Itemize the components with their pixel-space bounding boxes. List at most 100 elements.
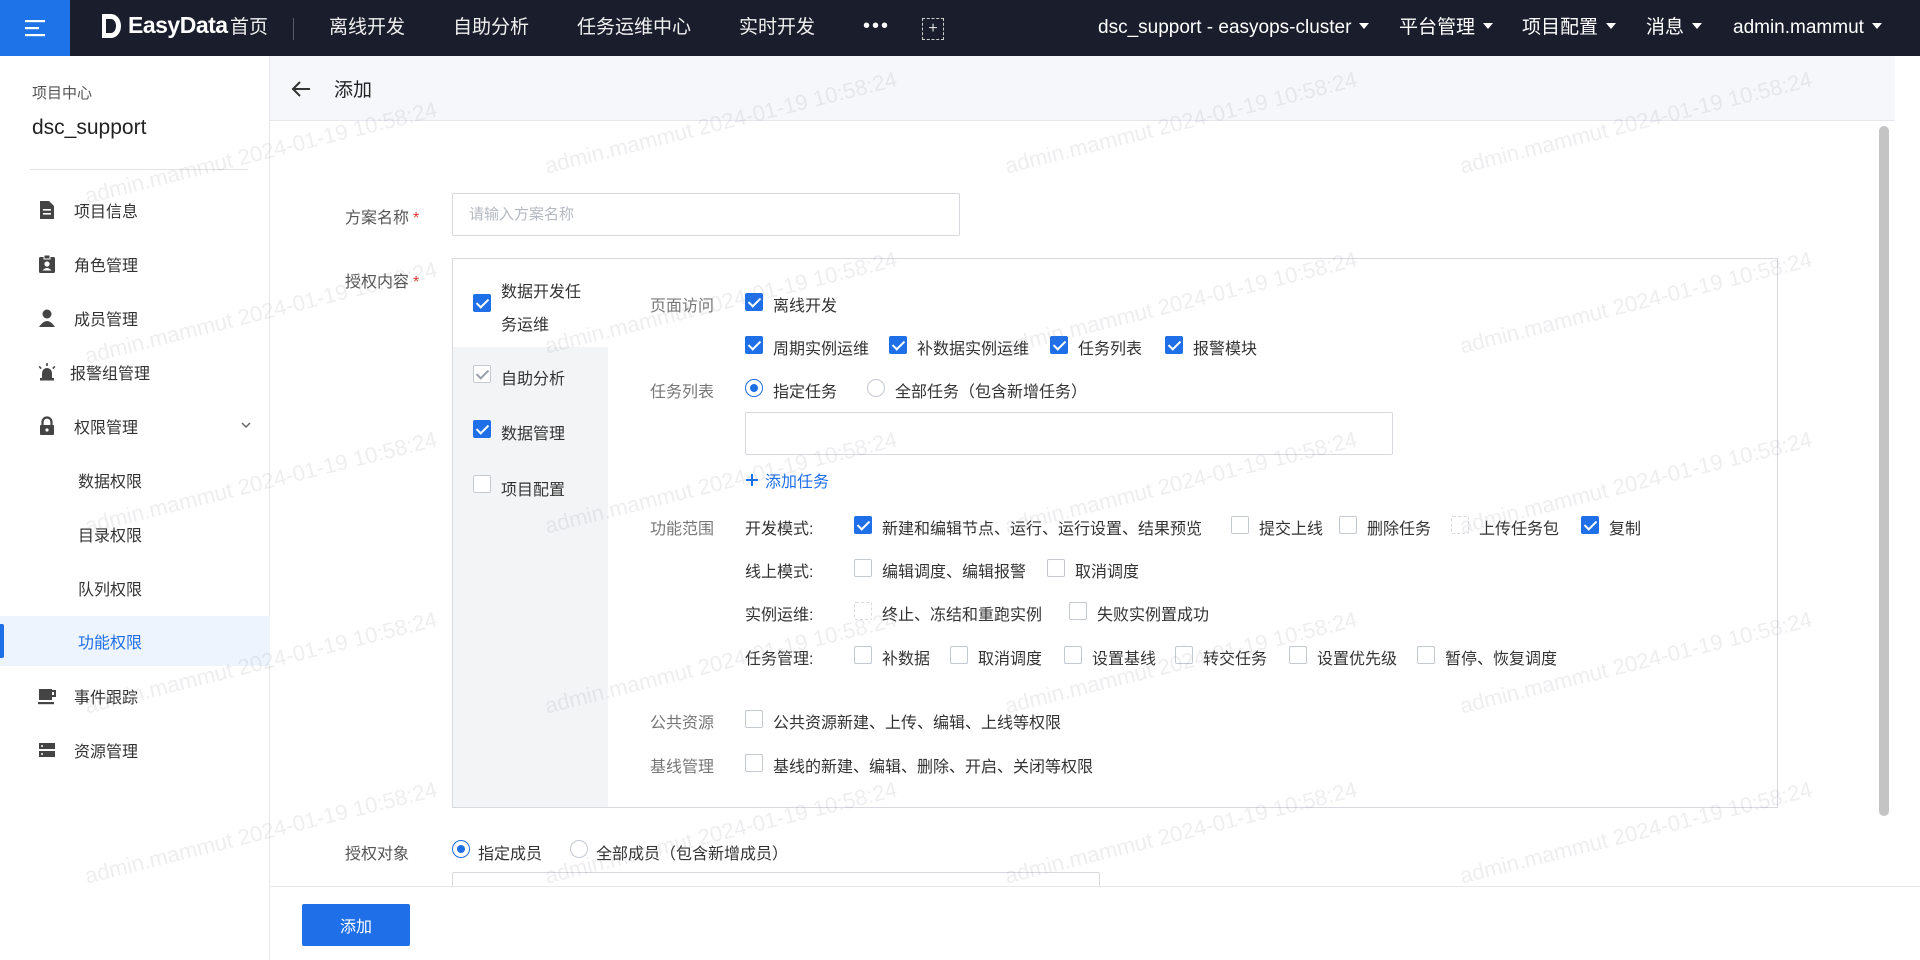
sidebar-item-alarm-group[interactable]: 报警组管理 [0, 347, 270, 397]
label-offline-dev[interactable]: 离线开发 [773, 292, 837, 316]
checkbox-stop-freeze-rerun[interactable] [854, 602, 872, 620]
add-task-button[interactable]: 添加任务 [745, 468, 829, 492]
submit-add-button[interactable]: 添加 [302, 904, 410, 946]
label-upload-package[interactable]: 上传任务包 [1479, 515, 1559, 539]
nav-task-ops[interactable]: 任务运维中心 [577, 0, 691, 56]
label-public-resource[interactable]: 公共资源新建、上传、编辑、上线等权限 [773, 709, 1061, 733]
sidebar-item-project-info[interactable]: 项目信息 [0, 185, 270, 235]
checkbox-dev-edit-run[interactable] [854, 516, 872, 534]
chevron-down-icon [1483, 22, 1494, 29]
messages-menu[interactable]: 消息 [1646, 0, 1703, 56]
checkbox-submit-online[interactable] [1231, 516, 1249, 534]
label-stop-freeze-rerun[interactable]: 终止、冻结和重跑实例 [882, 601, 1042, 625]
label-baseline[interactable]: 基线的新建、编辑、删除、开启、关闭等权限 [773, 753, 1093, 777]
checkbox-set-priority[interactable] [1289, 646, 1307, 664]
checkbox-delete-task[interactable] [1339, 516, 1357, 534]
checkbox-baseline[interactable] [745, 754, 763, 772]
app-logo[interactable]: EasyData [100, 12, 228, 39]
checkbox-offline-dev[interactable] [745, 293, 763, 311]
label-set-priority[interactable]: 设置优先级 [1317, 645, 1397, 669]
label-specified-task[interactable]: 指定任务 [773, 378, 837, 402]
checkbox-transfer-task[interactable] [1175, 646, 1193, 664]
checkbox-task-list[interactable] [1050, 336, 1068, 354]
radio-specified-task[interactable] [745, 379, 763, 397]
user-icon [36, 307, 58, 329]
checkbox-backfill[interactable] [854, 646, 872, 664]
label-transfer-task[interactable]: 转交任务 [1203, 645, 1267, 669]
module-checkbox-project-config[interactable] [473, 475, 491, 493]
user-menu[interactable]: admin.mammut [1733, 0, 1882, 56]
chevron-down-icon [1606, 22, 1617, 29]
label-failed-to-success[interactable]: 失败实例置成功 [1097, 601, 1209, 625]
label-edit-schedule[interactable]: 编辑调度、编辑报警 [882, 558, 1026, 582]
nav-offline-dev[interactable]: 离线开发 [329, 0, 405, 56]
radio-specified-member[interactable] [452, 840, 470, 858]
nav-more-button[interactable]: ••• [863, 0, 890, 56]
module-label-data-mgmt[interactable]: 数据管理 [501, 420, 565, 444]
sidebar-subitem-function-permission[interactable]: 功能权限 [0, 616, 270, 666]
nav-divider [293, 18, 294, 40]
back-arrow-icon[interactable] [290, 78, 312, 100]
sidebar-item-member-mgmt[interactable]: 成员管理 [0, 293, 270, 343]
label-cancel-schedule[interactable]: 取消调度 [1075, 558, 1139, 582]
label-alarm-module[interactable]: 报警模块 [1193, 335, 1257, 359]
checkbox-backfill-instance-ops[interactable] [889, 336, 907, 354]
radio-all-members[interactable] [570, 840, 588, 858]
platform-menu[interactable]: 平台管理 [1399, 0, 1494, 56]
sidebar-item-permission-mgmt[interactable]: 权限管理 [0, 401, 270, 451]
label-specified-member[interactable]: 指定成员 [478, 840, 542, 864]
sidebar-divider [30, 169, 248, 170]
checkbox-edit-schedule[interactable] [854, 559, 872, 577]
label-cycle-instance-ops[interactable]: 周期实例运维 [773, 335, 869, 359]
form-footer: 添加 [270, 886, 1920, 960]
checkbox-cycle-instance-ops[interactable] [745, 336, 763, 354]
label-set-baseline[interactable]: 设置基线 [1092, 645, 1156, 669]
sidebar-subitem-queue-permission[interactable]: 队列权限 [0, 563, 270, 613]
sidebar-item-event-tracking[interactable]: 事件跟踪 [0, 671, 270, 721]
label-dev-edit-run[interactable]: 新建和编辑节点、运行、运行设置、结果预览 [882, 515, 1202, 539]
checkbox-public-resource[interactable] [745, 710, 763, 728]
sidebar-item-role-mgmt[interactable]: 角色管理 [0, 239, 270, 289]
sidebar-subitem-data-permission[interactable]: 数据权限 [0, 455, 270, 505]
label-delete-task[interactable]: 删除任务 [1367, 515, 1431, 539]
module-checkbox-self-analysis[interactable] [473, 365, 491, 383]
sidebar: 项目中心 dsc_support 项目信息 角色管理 成员管理 报警组管理 权限… [0, 56, 270, 960]
label-copy[interactable]: 复制 [1609, 515, 1641, 539]
checkbox-task-cancel-schedule[interactable] [950, 646, 968, 664]
nav-realtime-dev[interactable]: 实时开发 [739, 0, 815, 56]
sidebar-subtitle: 项目中心 [32, 85, 93, 102]
label-submit-online[interactable]: 提交上线 [1259, 515, 1323, 539]
label-backfill-instance-ops[interactable]: 补数据实例运维 [917, 335, 1029, 359]
module-checkbox-data-mgmt[interactable] [473, 420, 491, 438]
menu-toggle-button[interactable] [0, 0, 70, 56]
checkbox-set-baseline[interactable] [1064, 646, 1082, 664]
label-backfill[interactable]: 补数据 [882, 645, 930, 669]
module-label-data-dev[interactable]: 数据开发任 [501, 278, 581, 302]
module-label-self-analysis[interactable]: 自助分析 [501, 365, 565, 389]
sidebar-subitem-catalog-permission[interactable]: 目录权限 [0, 509, 270, 559]
checkbox-copy[interactable] [1581, 516, 1599, 534]
checkbox-alarm-module[interactable] [1165, 336, 1183, 354]
project-config-menu[interactable]: 项目配置 [1522, 0, 1617, 56]
checkbox-cancel-schedule[interactable] [1047, 559, 1065, 577]
sidebar-item-resource-mgmt[interactable]: 资源管理 [0, 725, 270, 775]
checkbox-pause-resume[interactable] [1417, 646, 1435, 664]
label-all-members[interactable]: 全部成员（包含新增成员） [596, 840, 788, 864]
label-task-list[interactable]: 任务列表 [1078, 335, 1142, 359]
module-label-project-config[interactable]: 项目配置 [501, 476, 565, 500]
module-label-data-dev-line2[interactable]: 务运维 [501, 311, 549, 335]
label-task-cancel-schedule[interactable]: 取消调度 [978, 645, 1042, 669]
cluster-selector[interactable]: dsc_support - easyops-cluster [1098, 0, 1370, 56]
nav-home[interactable]: 首页 [230, 0, 268, 56]
task-select-input[interactable] [745, 412, 1393, 455]
label-all-tasks[interactable]: 全部任务（包含新增任务） [895, 378, 1087, 402]
nav-self-analysis[interactable]: 自助分析 [453, 0, 529, 56]
nav-add-icon[interactable]: + [922, 18, 944, 40]
radio-all-tasks[interactable] [867, 379, 885, 397]
vertical-scrollbar[interactable] [1879, 126, 1889, 816]
label-pause-resume[interactable]: 暂停、恢复调度 [1445, 645, 1557, 669]
module-checkbox-data-dev[interactable] [473, 294, 491, 312]
scheme-name-input[interactable] [452, 193, 960, 236]
checkbox-failed-to-success[interactable] [1069, 602, 1087, 620]
checkbox-upload-package[interactable] [1451, 516, 1469, 534]
